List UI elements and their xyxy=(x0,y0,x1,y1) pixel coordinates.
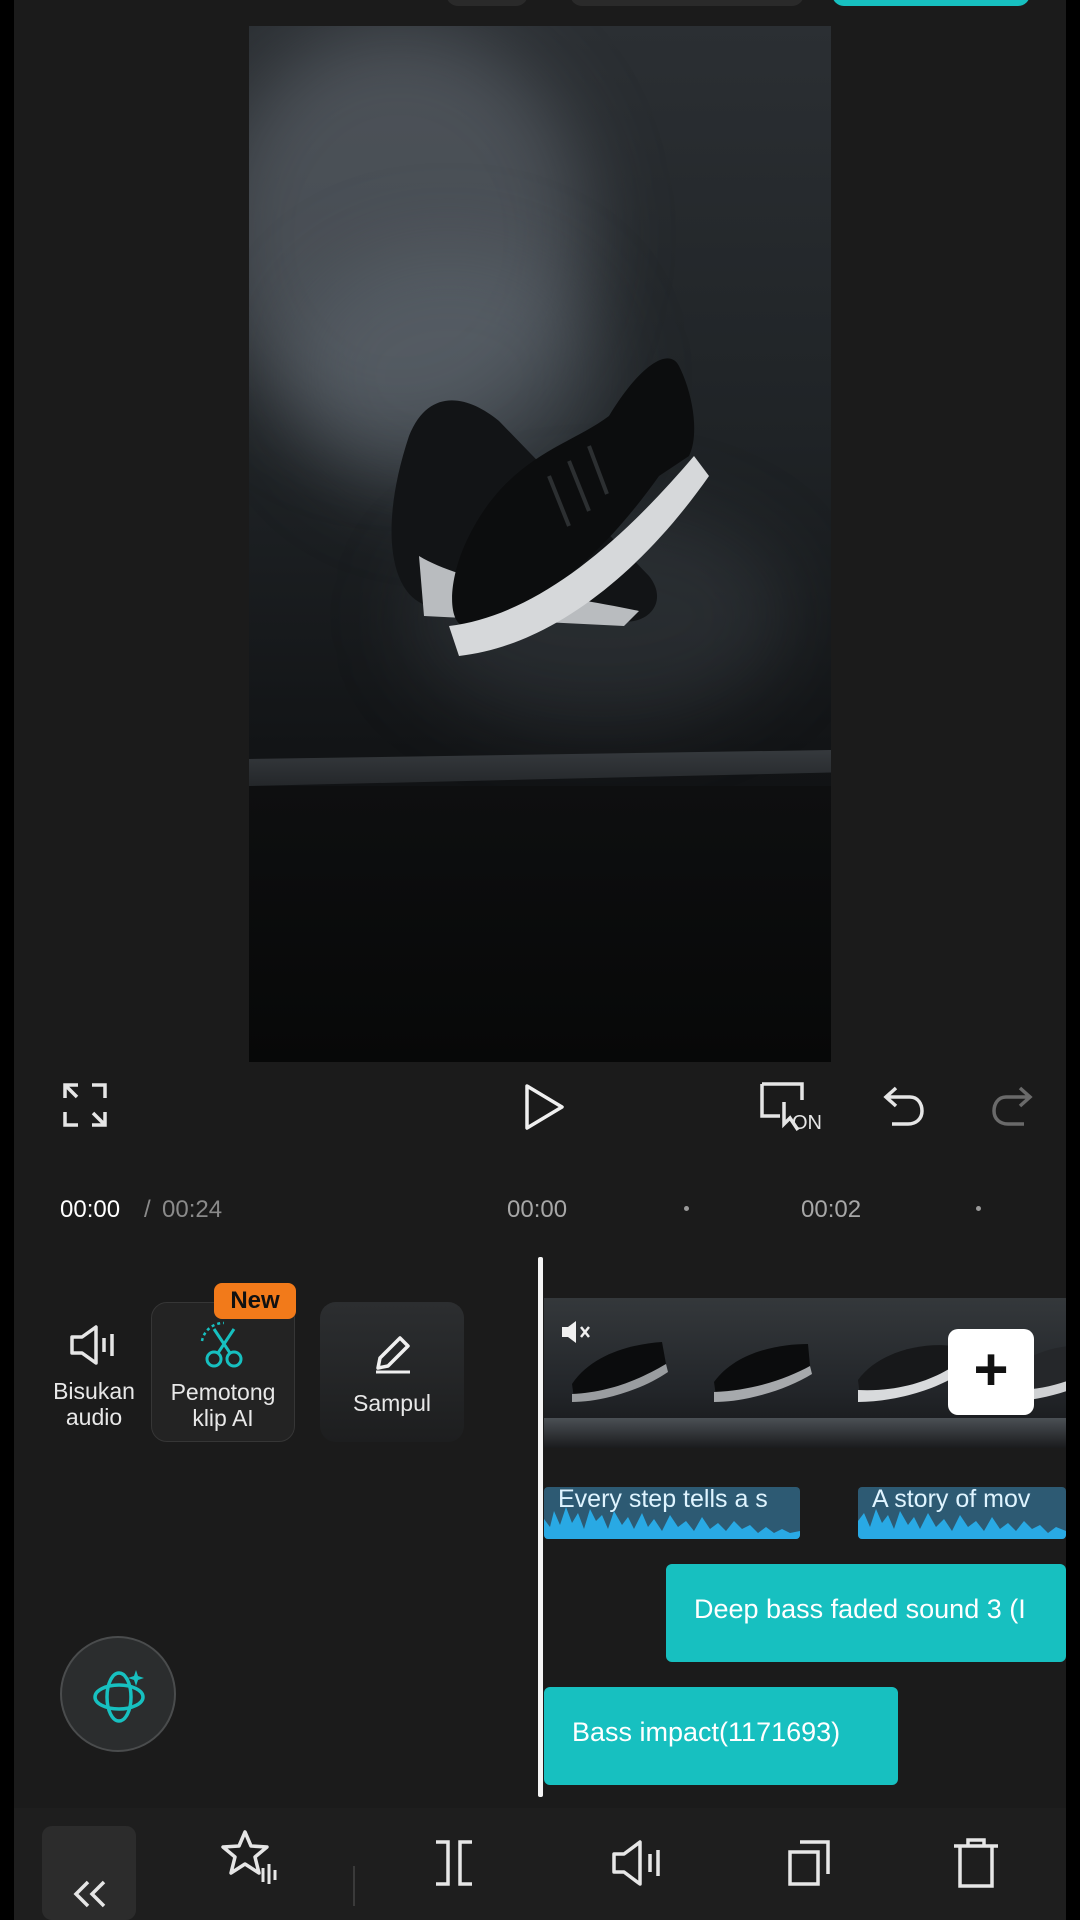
redo-icon[interactable] xyxy=(990,1084,1034,1128)
plinth xyxy=(976,1418,1066,1448)
tool-label: Bisukan xyxy=(53,1378,135,1404)
duplicate-tool[interactable] xyxy=(786,1838,832,1893)
keyframe-on-label: ON xyxy=(792,1112,822,1134)
ai-assistant-button[interactable] xyxy=(60,1636,176,1752)
pencil-icon xyxy=(376,1336,410,1374)
trash-icon xyxy=(954,1838,998,1888)
tool-label: klip AI xyxy=(192,1405,254,1431)
ai-orbit-icon xyxy=(93,1670,145,1723)
audio-clip-label: Bass impact(1171693) xyxy=(572,1717,841,1747)
sneaker-thumb xyxy=(858,1345,956,1402)
add-clip-button[interactable]: + xyxy=(948,1329,1034,1415)
caption-text: A story of mov xyxy=(872,1487,1031,1513)
favorite-audio-tool[interactable] xyxy=(219,1828,279,1891)
top-button-resolution[interactable] xyxy=(570,0,804,6)
pedestal xyxy=(249,786,831,1062)
tool-label: Pemotong xyxy=(170,1379,276,1405)
delete-tool[interactable] xyxy=(950,1836,1002,1895)
export-button[interactable] xyxy=(832,0,1030,6)
total-time: 00:24 xyxy=(162,1196,223,1223)
speaker-icon xyxy=(70,1325,114,1365)
fullscreen-icon[interactable] xyxy=(62,1082,108,1128)
caption-clip[interactable]: Every step tells a s xyxy=(544,1487,800,1539)
ruler-mark: 00:00 xyxy=(507,1196,568,1223)
mute-audio-button[interactable]: Bisukan audio xyxy=(22,1302,166,1442)
plinth xyxy=(688,1418,832,1448)
audio-clip-label: Deep bass faded sound 3 (I xyxy=(694,1594,1026,1624)
star-audio-icon xyxy=(221,1830,277,1884)
ai-clip-cutter-button[interactable]: Pemotong klip AI xyxy=(151,1302,295,1442)
caption-clip[interactable]: A story of mov xyxy=(858,1487,1066,1539)
video-clip-thumbnail[interactable] xyxy=(688,1298,832,1448)
volume-tool[interactable] xyxy=(610,1838,666,1893)
muted-speaker-icon xyxy=(562,1321,590,1343)
cover-button[interactable]: Sampul xyxy=(320,1302,464,1442)
sneaker-image xyxy=(391,358,709,656)
bottom-toolbar xyxy=(14,1808,1066,1920)
ruler-mark: 00:02 xyxy=(801,1196,862,1223)
tool-label: Sampul xyxy=(353,1390,431,1416)
playhead[interactable] xyxy=(538,1257,543,1797)
caption-text: Every step tells a s xyxy=(558,1487,768,1513)
play-icon[interactable] xyxy=(522,1082,566,1132)
split-tool[interactable] xyxy=(432,1838,476,1893)
undo-icon[interactable] xyxy=(882,1084,926,1128)
scissors-icon xyxy=(200,1321,243,1368)
time-separator: / xyxy=(144,1196,151,1223)
toolbar-divider xyxy=(353,1866,355,1906)
sneaker-thumb xyxy=(714,1344,812,1402)
pedestal-top xyxy=(249,750,831,786)
editor-app: ON 00:00 / 00:24 00:00 00:02 Bisukan aud… xyxy=(14,0,1066,1920)
new-badge: New xyxy=(214,1283,296,1319)
duplicate-icon xyxy=(788,1840,830,1886)
video-preview[interactable] xyxy=(249,26,831,1062)
split-icon xyxy=(436,1840,472,1886)
audio-clip[interactable]: Bass impact(1171693) xyxy=(544,1687,898,1785)
ruler-dot xyxy=(684,1206,689,1211)
double-chevron-left-icon xyxy=(73,1880,106,1908)
plinth xyxy=(832,1418,976,1448)
top-button-small[interactable] xyxy=(446,0,528,6)
plinth xyxy=(544,1418,688,1448)
collapse-toolbar-button[interactable] xyxy=(42,1826,136,1920)
ruler-dot xyxy=(976,1206,981,1211)
tool-label: audio xyxy=(65,1404,123,1430)
audio-clip[interactable]: Deep bass faded sound 3 (I xyxy=(666,1564,1066,1662)
keyframe-toggle-icon[interactable]: ON xyxy=(758,1080,824,1136)
volume-icon xyxy=(612,1840,660,1886)
video-clip-thumbnail[interactable] xyxy=(544,1298,688,1448)
current-time: 00:00 xyxy=(60,1196,121,1223)
